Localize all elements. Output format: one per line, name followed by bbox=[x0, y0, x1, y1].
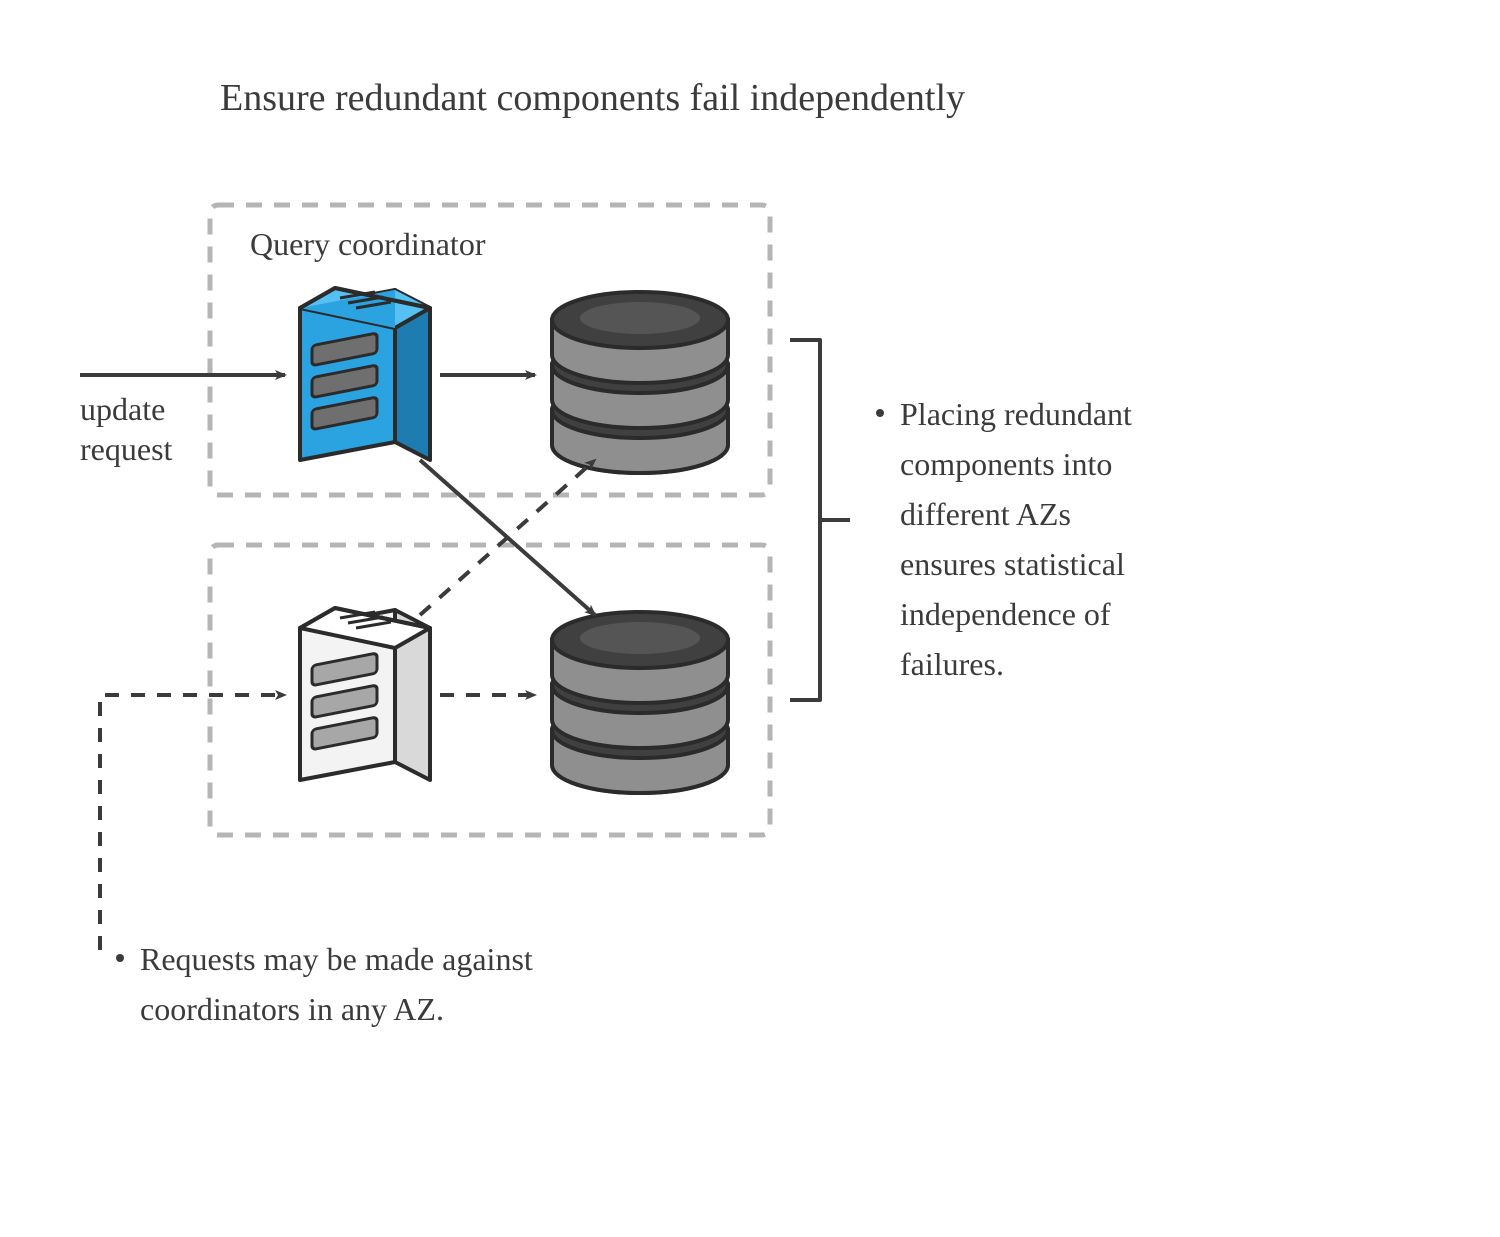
bullet-dot-bottom bbox=[116, 954, 124, 962]
bullet-dot-right bbox=[876, 409, 884, 417]
diagram-canvas: Ensure redundant components fail indepen… bbox=[0, 0, 1500, 1237]
database-icon-2 bbox=[552, 612, 728, 793]
query-coordinator-label: Query coordinator bbox=[250, 226, 486, 262]
right-note-line6: failures. bbox=[900, 646, 1004, 682]
right-note-line3: different AZs bbox=[900, 496, 1071, 532]
update-request-label-line1: update bbox=[80, 391, 165, 427]
arrow-request-to-secondary bbox=[100, 695, 285, 950]
right-note-line5: independence of bbox=[900, 596, 1111, 632]
server-icon-primary bbox=[300, 288, 430, 460]
right-note-line4: ensures statistical bbox=[900, 546, 1125, 582]
bottom-note-line1: Requests may be made against bbox=[140, 941, 533, 977]
brace-right bbox=[790, 340, 850, 700]
right-note-line1: Placing redundant bbox=[900, 396, 1132, 432]
update-request-label-line2: request bbox=[80, 431, 173, 467]
database-icon-1 bbox=[552, 292, 728, 473]
server-icon-secondary bbox=[300, 608, 430, 780]
diagram-title: Ensure redundant components fail indepen… bbox=[220, 77, 965, 119]
bottom-note-line2: coordinators in any AZ. bbox=[140, 991, 444, 1027]
right-note-line2: components into bbox=[900, 446, 1112, 482]
